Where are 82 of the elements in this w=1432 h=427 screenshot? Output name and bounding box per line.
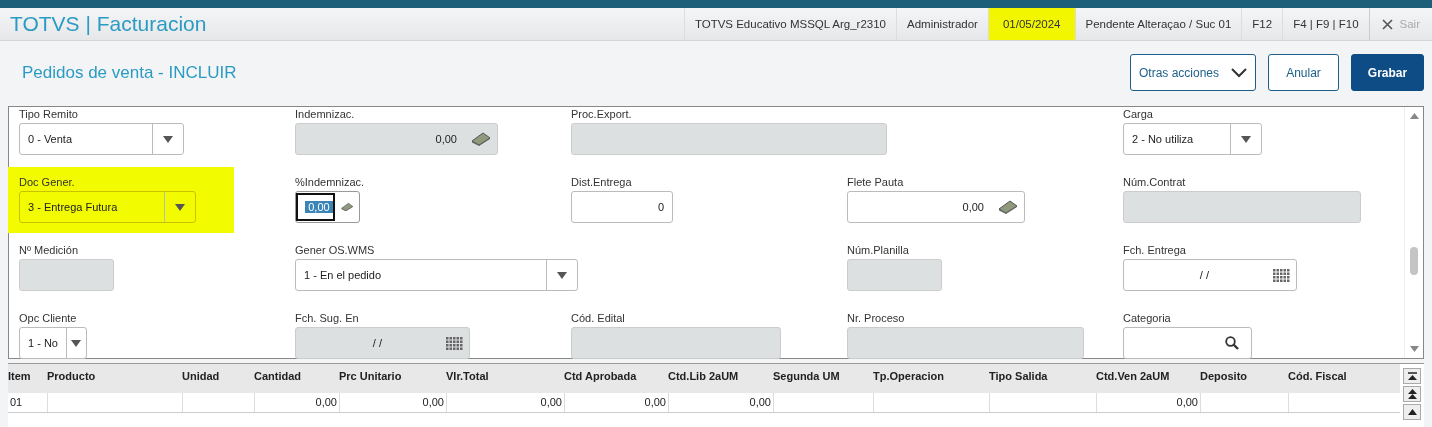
field-label: Carga [1123,108,1153,121]
search-icon [1225,336,1239,350]
column-header: Segunda UM [773,369,841,382]
header-info: F4 | F9 | F10 [1282,8,1369,40]
dropdown-arrow-icon [1241,135,1251,143]
field-label: Fch. Entrega [1123,244,1186,257]
column-header: Cantidad [254,369,303,382]
field-label: Flete Pauta [847,176,904,189]
first-page-button[interactable] [1403,368,1421,384]
column-header: Tipo Salida [989,369,1049,382]
field-label: Proc.Export. [571,108,632,121]
field-label: Fch. Sug. En [295,312,359,325]
column-header: Deposito [1200,369,1249,382]
table-cell: 0,00 [339,393,446,412]
chevron-down-icon [1231,67,1247,78]
column-header: Vlr.Total [446,369,490,382]
calendar-icon [1273,268,1290,282]
dropdown-field[interactable]: 1 - No [19,327,87,359]
column-header: Producto [47,369,97,382]
currency-field[interactable]: 0,00 [295,191,360,223]
banknote-icon [471,132,491,146]
field-label: Tipo Remito [19,108,78,121]
header-info: TOTVS Educativo MSSQL Arg_r2310 [683,8,896,40]
app-title: TOTVS | Facturacion [10,12,207,36]
banknote-icon [340,200,353,214]
field-label: Nº Medición [19,244,79,257]
dropdown-field[interactable]: 2 - No utiliza [1123,123,1262,155]
field-label: Indemnizac. [295,108,355,121]
field-label: Opc Cliente [19,312,77,325]
dropdown-field[interactable]: 1 - En el pedido [295,259,578,291]
table-cell-text: 01 [9,395,24,410]
double-up-icon [1407,389,1417,399]
dropdown-arrow-icon [557,271,567,279]
column-header: Prc Unitario [339,369,403,382]
header-info: F12 [1241,8,1283,40]
column-header: Cód. Fiscal [1288,369,1348,382]
input-field[interactable]: 0 [571,191,673,223]
scroll-down-icon [1409,346,1419,352]
dropdown-arrow-icon [175,203,185,211]
dropdown-arrow-icon [163,135,173,143]
field-label: Gener OS.WMS [295,244,375,257]
field-label: Núm.Planilla [847,244,909,257]
table-cell: 0,00 [1096,393,1200,412]
field-label: Núm.Contrat [1123,176,1186,189]
dropdown-field[interactable]: 0 - Venta [19,123,184,155]
column-header: Ctd Aprobada [564,369,638,382]
page-title: Pedidos de venta - INCLUIR [22,62,237,83]
calendar-icon [446,336,463,350]
column-header: Item [8,369,32,382]
field-label: Doc Gener. [19,176,75,189]
column-header: Tp.Operacion [873,369,945,382]
cancel-button[interactable]: Anular [1268,54,1339,91]
date-field[interactable]: / / [1123,259,1297,291]
skip-up-icon [1407,372,1417,380]
header-info: 01/05/2024 [987,8,1075,40]
header-info: Pendente Alteraçao / Suc 01 [1074,8,1242,40]
save-button[interactable]: Grabar [1351,54,1424,91]
field-label: Dist.Entrega [571,176,632,189]
lookup-field[interactable] [1123,327,1252,359]
column-header: Unidad [182,369,221,382]
scrollbar-thumb[interactable] [1410,247,1418,275]
banknote-icon [998,200,1018,214]
table-cell: 0,00 [564,393,668,412]
table-cell: 0,00 [446,393,564,412]
header-info: Administrador [896,8,988,40]
actions-dropdown[interactable]: Otras acciones [1130,54,1256,91]
close-icon [1381,18,1393,30]
column-header: Ctd.Ven 2aUM [1096,369,1171,382]
page-up-button[interactable] [1403,386,1421,402]
field-label: %Indemnizac. [295,176,365,189]
table-cell: 0,00 [254,393,339,412]
dropdown-arrow-icon [71,339,82,347]
field-label: Cód. Edital [571,312,625,325]
scroll-up-icon [1409,113,1419,119]
currency-field[interactable]: 0,00 [847,191,1025,223]
column-header: Ctd.Lib 2aUM [668,369,740,382]
row-up-button[interactable] [1403,404,1421,420]
dropdown-field[interactable]: 3 - Entrega Futura [19,191,196,223]
table-cell: 0,00 [668,393,773,412]
field-label: Nr. Proceso [847,312,905,325]
up-arrow-icon [1407,409,1417,415]
field-label: Categoria [1123,312,1171,325]
